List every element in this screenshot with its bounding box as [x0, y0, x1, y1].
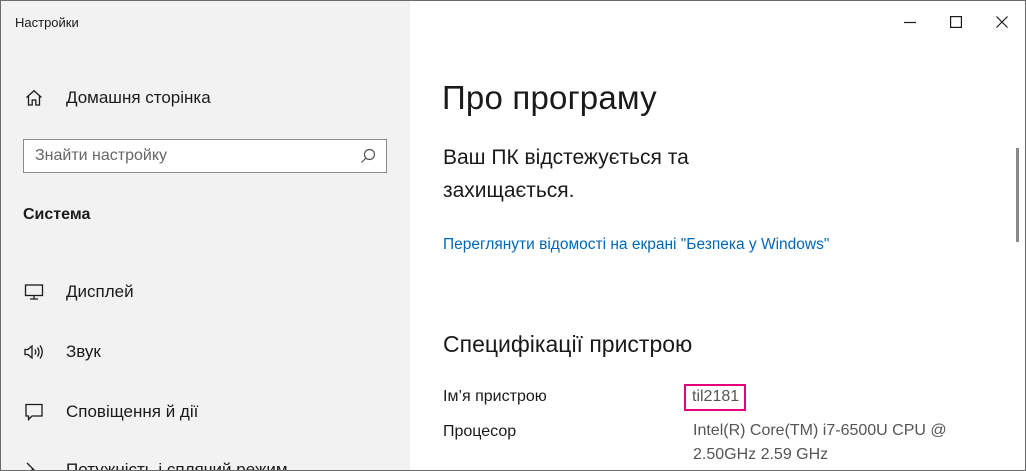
specs-title: Специфікації пристрою [443, 331, 693, 357]
close-button[interactable] [979, 1, 1025, 47]
sidebar: Настройки Домашня сторінка Система [1, 1, 410, 470]
app-title: Настройки [15, 15, 79, 30]
sidebar-item-power[interactable]: Потужність і сплячий режим [23, 459, 288, 471]
power-icon [23, 459, 45, 470]
sidebar-item-sound-label: Звук [66, 342, 101, 361]
processor-value-line1: Intel(R) Core(TM) i7-6500U CPU @ [693, 422, 947, 439]
maximize-button[interactable] [933, 1, 979, 47]
page-title: Про програму [442, 79, 657, 116]
home-icon [23, 87, 45, 109]
sidebar-item-display[interactable]: Дисплей [23, 281, 134, 303]
display-icon [23, 281, 45, 303]
device-name-value: til2181 [684, 384, 747, 411]
minimize-icon [904, 15, 916, 33]
search-box[interactable] [23, 139, 387, 173]
notifications-icon [23, 401, 45, 423]
close-icon [996, 15, 1008, 33]
processor-value-line2: 2.50GHz 2.59 GHz [693, 446, 829, 463]
search-icon[interactable] [360, 148, 376, 164]
sidebar-item-power-label: Потужність і сплячий режим [66, 460, 288, 471]
protection-status-text: Ваш ПК відстежується та захищається. [443, 146, 689, 202]
sidebar-item-home-label: Домашня сторінка [66, 88, 211, 107]
scrollbar-thumb[interactable] [1016, 148, 1019, 242]
titlebar-controls [887, 1, 1025, 47]
minimize-button[interactable] [887, 1, 933, 47]
security-link[interactable]: Переглянути відомості на екрані "Безпека… [443, 233, 863, 257]
sound-icon [23, 341, 45, 363]
sidebar-item-sound[interactable]: Звук [23, 341, 101, 363]
sidebar-item-notifications-label: Сповіщення й дії [66, 402, 199, 421]
settings-window: Настройки Домашня сторінка Система [0, 0, 1026, 471]
sidebar-item-home[interactable]: Домашня сторінка [23, 87, 211, 109]
content-pane: Про програму Ваш ПК відстежується та зах… [410, 1, 1025, 470]
spec-label-device-name: Ім’я пристрою [443, 388, 547, 405]
spec-label-processor: Процесор [443, 423, 517, 440]
search-input[interactable] [35, 140, 335, 172]
section-heading: Система [23, 206, 91, 223]
sidebar-item-notifications[interactable]: Сповіщення й дії [23, 401, 198, 423]
sidebar-item-display-label: Дисплей [66, 282, 134, 301]
maximize-icon [950, 15, 963, 33]
